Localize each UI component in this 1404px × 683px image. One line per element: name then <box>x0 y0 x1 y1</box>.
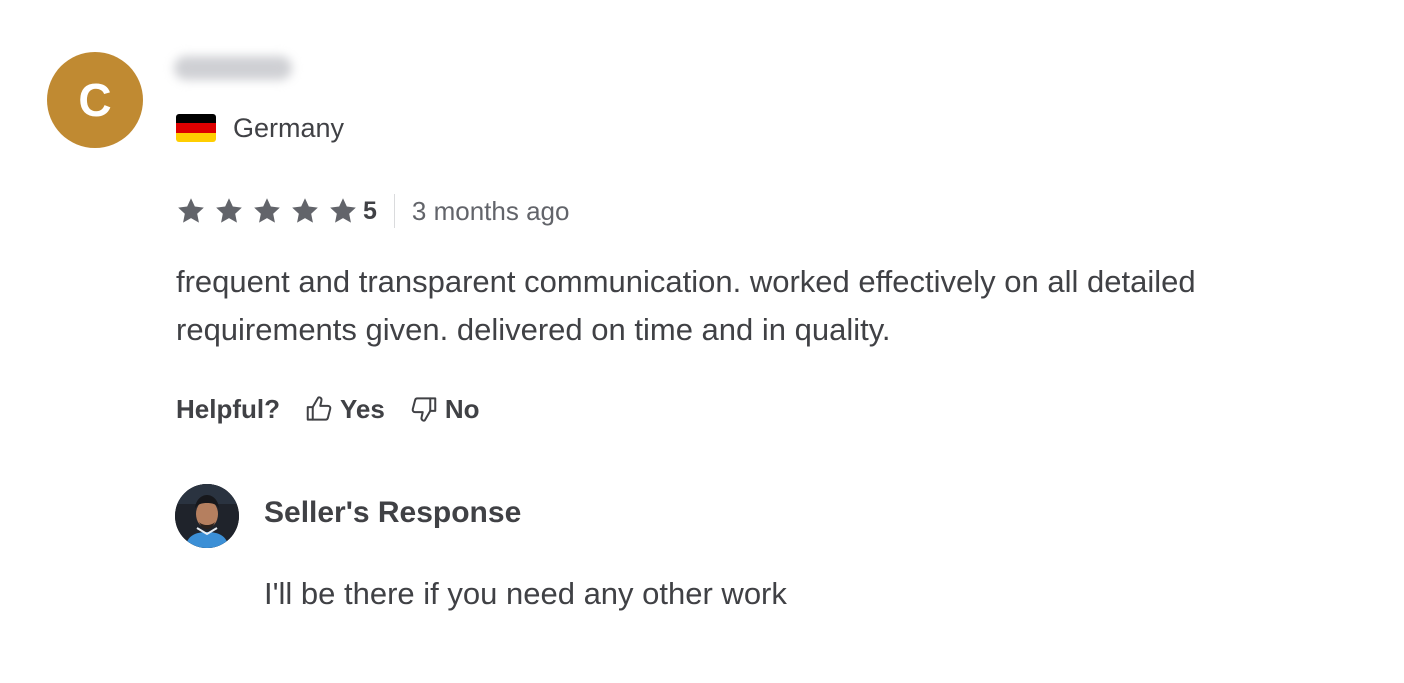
helpful-yes-label: Yes <box>340 393 385 424</box>
reviewer-country: Germany <box>176 110 344 146</box>
star-icon <box>216 198 242 223</box>
star-icon <box>254 198 280 223</box>
star-icon <box>330 198 356 223</box>
country-name: Germany <box>233 112 345 143</box>
review-time: 3 months ago <box>411 195 570 226</box>
helpful-no-button[interactable]: No <box>409 394 480 425</box>
germany-flag-icon <box>176 114 216 142</box>
review-text: frequent and transparent communication. … <box>176 264 1196 347</box>
seller-photo-icon <box>175 484 239 548</box>
seller-avatar[interactable] <box>175 484 239 548</box>
helpful-label: Helpful? <box>176 393 280 424</box>
star-rating <box>175 196 359 226</box>
review-card: C Germany 5 3 months ago frequent and tr… <box>0 0 1404 683</box>
reviewer-avatar[interactable]: C <box>47 52 143 148</box>
rating-divider <box>393 194 395 228</box>
seller-response-title: Seller's Response <box>264 496 522 529</box>
thumbs-down-icon <box>411 397 437 422</box>
avatar-initial: C <box>78 74 112 126</box>
star-icon <box>178 198 204 223</box>
rating-value: 5 <box>363 196 377 225</box>
rating-row: 5 3 months ago <box>175 192 569 230</box>
helpful-no-label: No <box>444 393 480 424</box>
seller-response-text: I'll be there if you need any other work <box>264 576 787 611</box>
reviewer-username-blurred <box>174 56 292 80</box>
helpful-row: Helpful? Yes No <box>176 390 480 428</box>
helpful-yes-button[interactable]: Yes <box>304 394 385 425</box>
thumbs-up-icon <box>306 396 332 421</box>
star-icon <box>292 198 318 223</box>
